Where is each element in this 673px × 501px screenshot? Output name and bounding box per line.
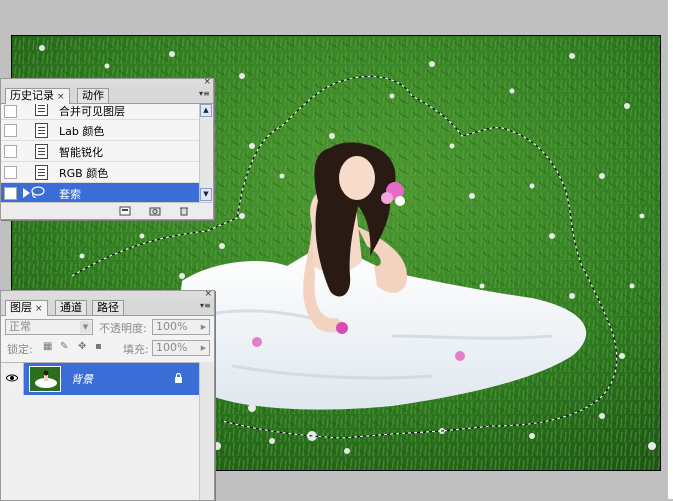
document-icon xyxy=(35,144,48,159)
panel-grip[interactable]: × xyxy=(1,290,214,299)
scroll-up-icon[interactable]: ▲ xyxy=(200,104,212,117)
history-list: 合并可见图层 Lab 颜色 智能锐化 RGB 颜色 套索 xyxy=(1,104,199,202)
opacity-field[interactable]: 100% ▶ xyxy=(152,319,210,335)
tab-close-icon[interactable]: × xyxy=(35,304,43,314)
layer-lock-icon xyxy=(175,373,182,383)
tab-paths[interactable]: 路径 xyxy=(92,300,124,315)
layer-visibility-toggle[interactable] xyxy=(1,363,24,395)
history-item[interactable]: 合并可见图层 xyxy=(1,104,199,120)
document-icon xyxy=(35,123,48,138)
history-item[interactable]: Lab 颜色 xyxy=(1,120,199,141)
layer-name[interactable]: 背景 xyxy=(71,371,93,387)
tab-actions[interactable]: 动作 xyxy=(77,88,109,103)
trash-icon[interactable] xyxy=(178,206,190,216)
layer-thumbnail xyxy=(29,366,61,392)
panel-menu-icon[interactable]: ▾≡ xyxy=(199,89,210,99)
new-document-from-state-icon[interactable] xyxy=(119,206,131,216)
fill-field[interactable]: 100% ▶ xyxy=(152,340,210,356)
chevron-down-icon: ▼ xyxy=(80,321,91,333)
blend-mode-select[interactable]: 正常 ▼ xyxy=(5,319,93,335)
lock-transparency-icon[interactable]: ▦ xyxy=(43,342,53,352)
lock-label: 锁定: xyxy=(7,343,33,356)
panel-close-icon[interactable]: × xyxy=(204,290,212,299)
layers-scrollbar[interactable] xyxy=(199,362,214,500)
panel-grip[interactable]: × xyxy=(1,78,213,87)
fill-label: 填充: xyxy=(123,343,149,356)
history-item[interactable]: RGB 颜色 xyxy=(1,162,199,183)
snapshot-camera-icon[interactable] xyxy=(149,206,161,216)
lock-position-move-icon[interactable]: ✥ xyxy=(78,342,88,352)
lock-image-brush-icon[interactable]: ✎ xyxy=(60,342,70,352)
tab-history[interactable]: 历史记录 × xyxy=(5,88,70,104)
layer-list: 背景 xyxy=(1,362,199,500)
workspace-edge xyxy=(668,0,673,499)
opacity-label: 不透明度: xyxy=(99,322,147,335)
tab-close-icon[interactable]: × xyxy=(57,92,65,102)
snapshot-source-checkbox[interactable] xyxy=(4,145,17,158)
blend-row: 正常 ▼ 不透明度: 100% ▶ xyxy=(1,316,214,337)
history-footer xyxy=(1,202,213,219)
layer-controls: 正常 ▼ 不透明度: 100% ▶ 锁定: ▦ ✎ ✥ ▪ 填充: 100% ▶ xyxy=(1,316,214,358)
layer-row-background[interactable]: 背景 xyxy=(1,363,199,395)
snapshot-source-checkbox[interactable] xyxy=(4,166,17,179)
layers-panel: × 图层× 通道 路径 ▾≡ 正常 ▼ 不透明度: 100% ▶ 锁定: ▦ xyxy=(0,290,215,501)
history-panel: × 历史记录 × 动作 ▾≡ 合并可见图层 Lab 颜色 智能锐化 RGB 颜色… xyxy=(0,78,214,220)
eye-icon xyxy=(6,374,18,382)
lock-all-icon[interactable]: ▪ xyxy=(95,342,105,352)
tab-channels[interactable]: 通道 xyxy=(55,300,87,315)
chevron-right-icon: ▶ xyxy=(200,344,207,352)
layers-tabs: 图层 × 通道 路径 ▾≡ xyxy=(1,299,214,316)
history-tabs: 历史记录 × 动作 ▾≡ xyxy=(1,87,213,104)
history-item-selected[interactable]: 套索 xyxy=(1,183,199,202)
snapshot-source-checkbox[interactable] xyxy=(4,105,17,118)
scroll-down-icon[interactable]: ▼ xyxy=(200,188,212,201)
snapshot-source-checkbox[interactable] xyxy=(4,187,17,200)
history-scrollbar[interactable]: ▲ ▼ xyxy=(199,104,213,202)
document-icon xyxy=(35,104,48,116)
lasso-icon xyxy=(31,186,45,198)
snapshot-source-checkbox[interactable] xyxy=(4,124,17,137)
panel-menu-icon[interactable]: ▾≡ xyxy=(200,301,211,311)
document-icon xyxy=(35,165,48,180)
lock-row: 锁定: ▦ ✎ ✥ ▪ 填充: 100% ▶ xyxy=(1,337,214,358)
chevron-right-icon: ▶ xyxy=(200,323,207,331)
history-item[interactable]: 智能锐化 xyxy=(1,141,199,162)
panel-close-icon[interactable]: × xyxy=(203,78,211,87)
tab-layers[interactable]: 图层 × xyxy=(5,300,48,316)
